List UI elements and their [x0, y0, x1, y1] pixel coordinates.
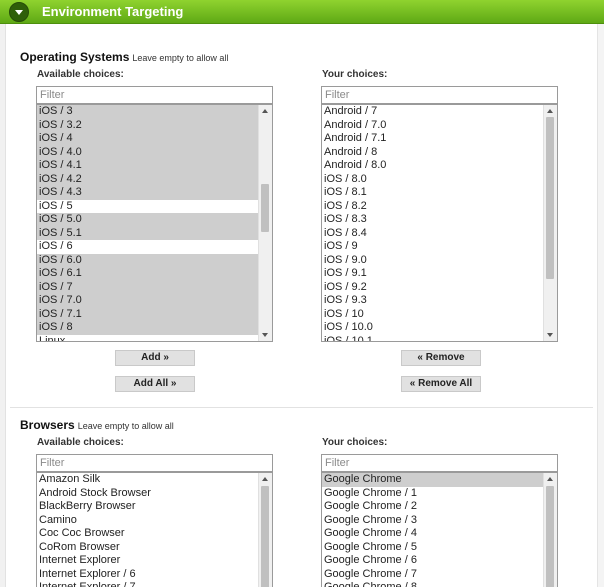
- scroll-thumb[interactable]: [546, 117, 554, 279]
- os-available-list[interactable]: iOS / 3 iOS / 3.2 iOS / 4 iOS / 4.0 iOS / 4.…: [36, 104, 273, 342]
- list-item[interactable]: Android / 7.0: [322, 119, 543, 133]
- list-item[interactable]: Google Chrome: [322, 473, 543, 487]
- list-item[interactable]: iOS / 8.0: [322, 173, 543, 187]
- scroll-thumb[interactable]: [546, 486, 554, 587]
- add-button[interactable]: Add »: [115, 350, 195, 366]
- list-item[interactable]: Android Stock Browser: [37, 487, 258, 501]
- scroll-up-icon[interactable]: [262, 109, 268, 113]
- os-chosen-scrollbar[interactable]: [543, 105, 557, 341]
- list-item[interactable]: iOS / 4.1: [37, 159, 258, 173]
- list-item[interactable]: Camino: [37, 514, 258, 528]
- list-item[interactable]: iOS / 8.1: [322, 186, 543, 200]
- section-divider: [10, 407, 593, 408]
- list-item[interactable]: iOS / 9.3: [322, 294, 543, 308]
- browsers-title: Browsers: [20, 418, 75, 432]
- list-item[interactable]: Internet Explorer: [37, 554, 258, 568]
- list-item[interactable]: Google Chrome / 3: [322, 514, 543, 528]
- list-item[interactable]: iOS / 4.3: [37, 186, 258, 200]
- os-chosen-filter-input[interactable]: [321, 86, 558, 104]
- browsers-available-scrollbar[interactable]: [258, 473, 272, 587]
- right-border: [597, 24, 604, 587]
- list-item[interactable]: iOS / 3.2: [37, 118, 258, 132]
- section-header[interactable]: Environment Targeting: [0, 0, 604, 24]
- scroll-thumb[interactable]: [261, 486, 269, 587]
- remove-all-button[interactable]: « Remove All: [401, 376, 481, 392]
- browsers-section-title: Browsers Leave empty to allow all: [20, 418, 174, 432]
- list-item[interactable]: Android / 8: [322, 146, 543, 160]
- section-title: Environment Targeting: [42, 4, 184, 19]
- os-chosen-label: Your choices:: [322, 69, 388, 80]
- list-item[interactable]: Google Chrome / 6: [322, 554, 543, 568]
- scroll-thumb[interactable]: [261, 184, 269, 232]
- list-item[interactable]: Internet Explorer / 7: [37, 581, 258, 587]
- list-item[interactable]: iOS / 8.4: [322, 227, 543, 241]
- remove-button[interactable]: « Remove: [401, 350, 481, 366]
- list-item[interactable]: iOS / 6.0: [37, 253, 258, 267]
- os-available-filter-input[interactable]: [36, 86, 273, 104]
- browsers-chosen-scrollbar[interactable]: [543, 473, 557, 587]
- list-item[interactable]: iOS / 9.0: [322, 254, 543, 268]
- list-item[interactable]: iOS / 7.1: [37, 307, 258, 321]
- list-item[interactable]: iOS / 10: [322, 308, 543, 322]
- list-item[interactable]: iOS / 8.2: [322, 200, 543, 214]
- list-item[interactable]: iOS / 4.2: [37, 172, 258, 186]
- list-item[interactable]: Android / 8.0: [322, 159, 543, 173]
- list-item[interactable]: CoRom Browser: [37, 541, 258, 555]
- os-available-label: Available choices:: [37, 69, 124, 80]
- list-item[interactable]: iOS / 10.1: [322, 335, 543, 342]
- list-item[interactable]: iOS / 8.3: [322, 213, 543, 227]
- list-item[interactable]: iOS / 7: [37, 280, 258, 294]
- scroll-down-icon[interactable]: [547, 333, 553, 337]
- left-border: [0, 24, 6, 587]
- list-item[interactable]: iOS / 10.0: [322, 321, 543, 335]
- list-item[interactable]: iOS / 5.1: [37, 226, 258, 240]
- browsers-hint: Leave empty to allow all: [77, 421, 174, 431]
- browsers-available-label: Available choices:: [37, 437, 124, 448]
- list-item[interactable]: Google Chrome / 2: [322, 500, 543, 514]
- list-item[interactable]: iOS / 9: [322, 240, 543, 254]
- list-item[interactable]: iOS / 6: [37, 240, 258, 254]
- scroll-up-icon[interactable]: [262, 477, 268, 481]
- scroll-up-icon[interactable]: [547, 477, 553, 481]
- list-item[interactable]: Internet Explorer / 6: [37, 568, 258, 582]
- browsers-chosen-list[interactable]: Google Chrome Google Chrome / 1 Google Chr…: [321, 472, 558, 587]
- os-chosen-list[interactable]: Android / 7 Android / 7.0 Android / 7.1 And…: [321, 104, 558, 342]
- os-section-title: Operating Systems Leave empty to allow al…: [20, 50, 228, 64]
- list-item[interactable]: iOS / 5: [37, 200, 258, 214]
- list-item[interactable]: iOS / 4.0: [37, 145, 258, 159]
- list-item[interactable]: iOS / 8: [37, 321, 258, 335]
- browsers-chosen-label: Your choices:: [322, 437, 388, 448]
- list-item[interactable]: iOS / 9.1: [322, 267, 543, 281]
- list-item[interactable]: iOS / 7.0: [37, 294, 258, 308]
- add-all-button[interactable]: Add All »: [115, 376, 195, 392]
- scroll-up-icon[interactable]: [547, 109, 553, 113]
- list-item[interactable]: iOS / 4: [37, 132, 258, 146]
- list-item[interactable]: BlackBerry Browser: [37, 500, 258, 514]
- list-item[interactable]: Coc Coc Browser: [37, 527, 258, 541]
- list-item[interactable]: iOS / 6.1: [37, 267, 258, 281]
- list-item[interactable]: Amazon Silk: [37, 473, 258, 487]
- os-hint: Leave empty to allow all: [132, 53, 229, 63]
- list-item[interactable]: Google Chrome / 5: [322, 541, 543, 555]
- list-item[interactable]: Google Chrome / 4: [322, 527, 543, 541]
- list-item[interactable]: Google Chrome / 1: [322, 487, 543, 501]
- list-item[interactable]: iOS / 3: [37, 105, 258, 119]
- list-item[interactable]: iOS / 9.2: [322, 281, 543, 295]
- list-item[interactable]: Android / 7: [322, 105, 543, 119]
- list-item[interactable]: Linux: [37, 335, 258, 342]
- browsers-chosen-filter-input[interactable]: [321, 454, 558, 472]
- chevron-down-icon[interactable]: [9, 2, 29, 22]
- list-item[interactable]: Android / 7.1: [322, 132, 543, 146]
- scroll-down-icon[interactable]: [262, 333, 268, 337]
- os-available-scrollbar[interactable]: [258, 105, 272, 341]
- os-title: Operating Systems: [20, 50, 130, 64]
- list-item[interactable]: iOS / 5.0: [37, 213, 258, 227]
- list-item[interactable]: Google Chrome / 7: [322, 568, 543, 582]
- browsers-available-filter-input[interactable]: [36, 454, 273, 472]
- list-item[interactable]: Google Chrome / 8: [322, 581, 543, 587]
- browsers-available-list[interactable]: Amazon Silk Android Stock Browser BlackBer…: [36, 472, 273, 587]
